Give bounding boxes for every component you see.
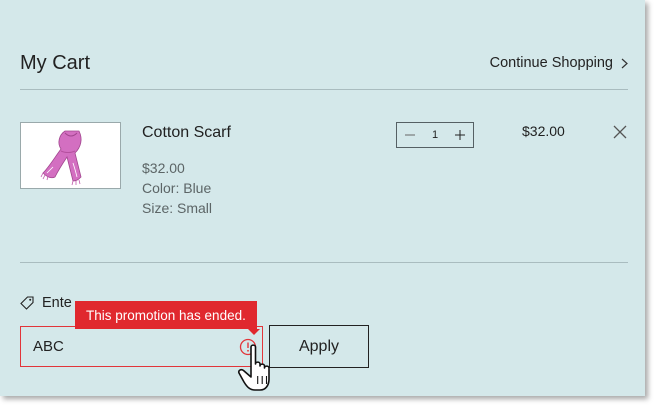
product-thumbnail[interactable] — [20, 122, 121, 189]
hand-pointer-cursor-icon — [238, 344, 270, 391]
promo-error-tooltip: This promotion has ended. — [75, 301, 260, 335]
apply-button[interactable]: Apply — [269, 325, 369, 368]
item-total-price: $32.00 — [522, 123, 565, 139]
header-divider — [20, 89, 628, 90]
cart-panel: My Cart Continue Shopping Cotton Scarf $… — [0, 0, 645, 396]
promo-code-label: Ente — [42, 295, 72, 311]
product-size: Size: Small — [142, 200, 213, 216]
product-color: Color: Blue — [142, 180, 212, 196]
page-title: My Cart — [20, 52, 90, 74]
items-divider — [20, 262, 628, 263]
continue-shopping-label: Continue Shopping — [489, 55, 613, 71]
remove-item-icon[interactable] — [613, 125, 627, 139]
increment-button[interactable] — [453, 128, 467, 142]
product-unit-price: $32.00 — [142, 160, 185, 176]
minus-icon — [405, 134, 415, 136]
quantity-stepper: 1 — [396, 122, 474, 148]
scarf-product-image — [21, 123, 120, 188]
tag-icon — [20, 296, 34, 310]
plus-icon — [455, 130, 465, 140]
promo-code-input[interactable] — [20, 326, 263, 367]
promo-code-toggle[interactable]: Ente — [20, 295, 72, 311]
product-name[interactable]: Cotton Scarf — [142, 124, 231, 142]
continue-shopping-link[interactable]: Continue Shopping — [490, 55, 628, 71]
chevron-right-icon — [621, 58, 628, 68]
decrement-button[interactable] — [403, 128, 417, 142]
quantity-value[interactable]: 1 — [432, 129, 438, 141]
